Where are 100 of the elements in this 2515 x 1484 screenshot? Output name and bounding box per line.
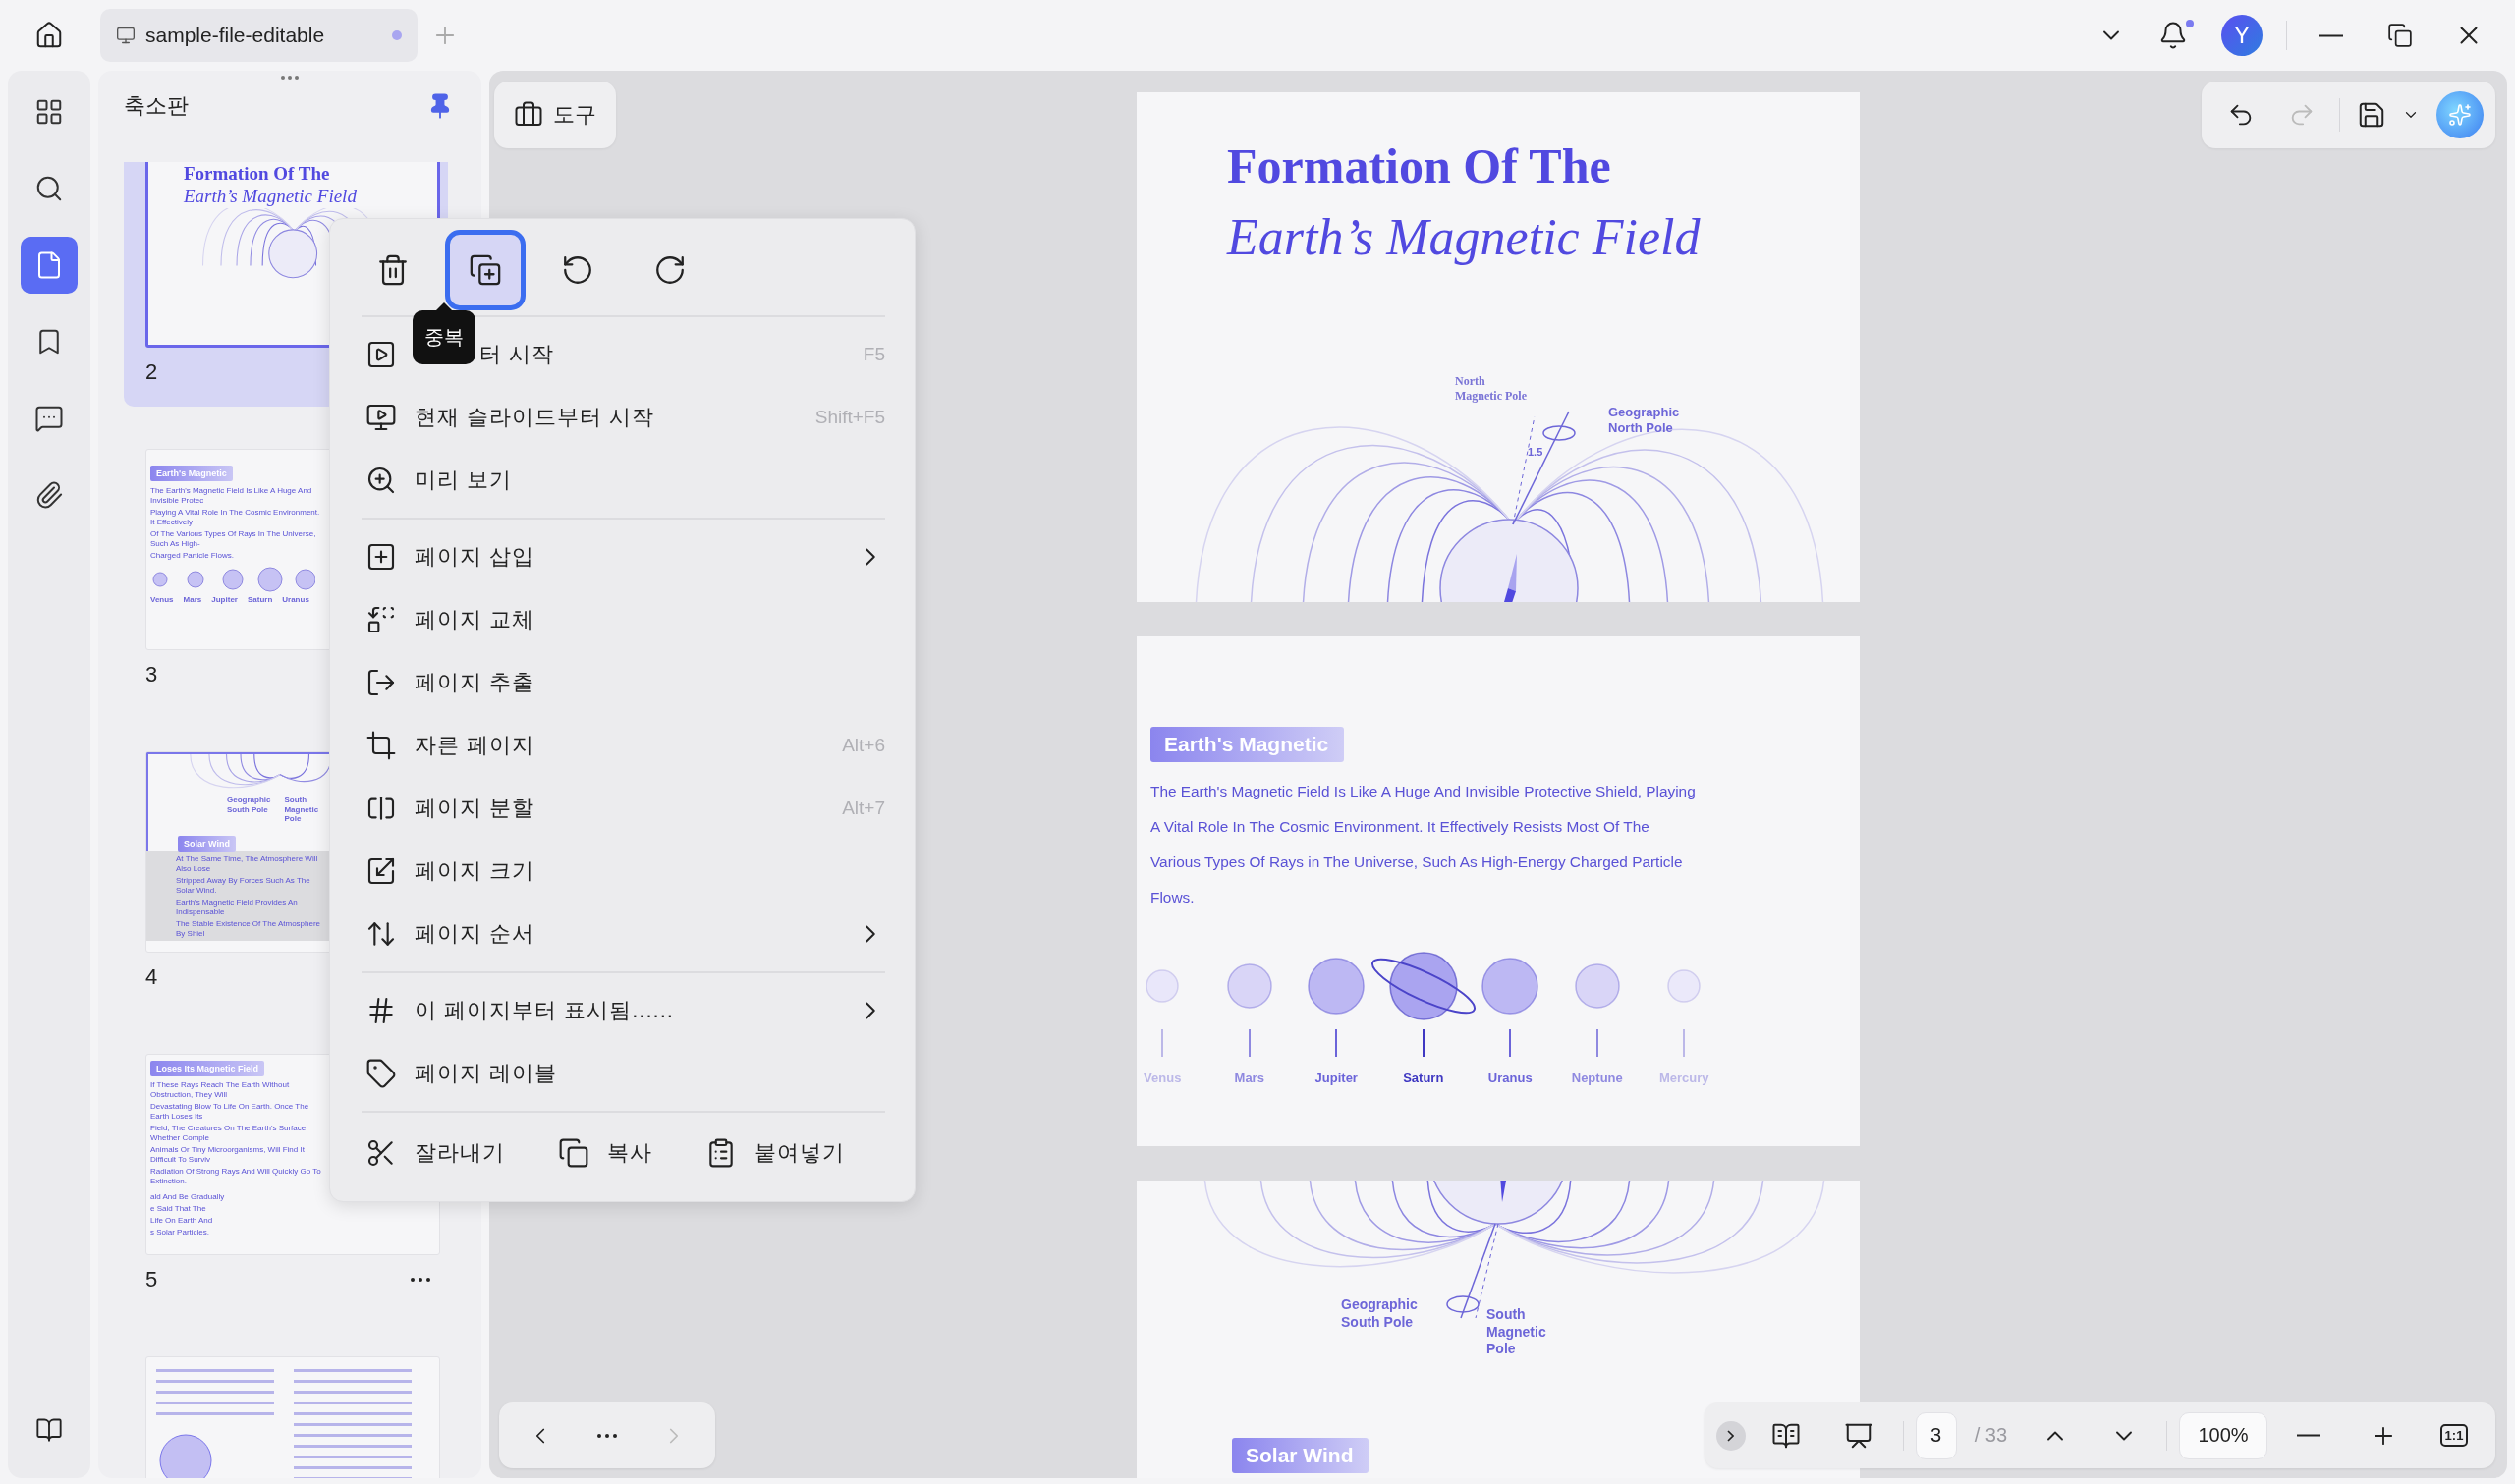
sparkle-icon — [2448, 103, 2472, 127]
bell-icon — [2158, 21, 2188, 50]
thumbnail-text: ald And Be Gradually — [150, 1192, 226, 1202]
diagram-label: North Magnetic Pole — [1455, 374, 1527, 404]
menu-item[interactable]: 페이지 삽입 — [415, 542, 838, 572]
export-icon — [365, 667, 397, 698]
shortcut-text: F5 — [863, 344, 885, 365]
thumbnail-text: s Solar Particles. — [150, 1228, 211, 1237]
menu-item[interactable]: 자른 페이지 — [415, 731, 825, 760]
page-number: 3 — [145, 662, 158, 687]
slide-subtitle: Earth’s Magnetic Field — [1227, 208, 1701, 266]
page-field[interactable]: 3 — [1915, 1411, 1957, 1459]
trash-icon — [376, 253, 410, 287]
diagram-label: Geographic North Pole — [1608, 405, 1680, 437]
thumbnail-heading: Loses Its Magnetic Field — [150, 1061, 265, 1076]
thumbnail-label: Saturn — [247, 595, 273, 605]
thumbnail-label: Jupiter — [211, 595, 238, 605]
slide-paragraph: The Earth's Magnetic Field Is Like A Huge And Invisible Protective Shield, Playing A Vital Role In The Cosmic Environment. It Effectively Resists Most Of The Various Types Of Rays in The Universe, Such As High-Energy Charged Particle Flows. — [1150, 782, 1697, 907]
menu-item[interactable]: 이 페이지부터 표시됨...... — [415, 996, 838, 1025]
tick-mark — [1335, 1029, 1338, 1057]
planet-label: Mercury — [1658, 1071, 1709, 1085]
thumbnail-text: Field, The Creatures On The Earth's Surface, Whether Comple — [150, 1124, 309, 1143]
thumbnail-subtitle: Earth’s Magnetic Field — [184, 185, 358, 208]
page-total: / 33 — [1974, 1424, 2007, 1447]
slide-heading: Solar Wind — [1232, 1438, 1369, 1473]
page-number: 2 — [145, 359, 158, 385]
planet-label: Saturn — [1403, 1071, 1444, 1085]
thumbnail-text: Stripped Away By Forces Such As The Solar Wind. — [176, 876, 311, 896]
paperclip-icon — [34, 480, 64, 510]
document-tab[interactable]: sample-file-editable — [100, 9, 418, 62]
planet-label: Jupiter — [1314, 1071, 1358, 1085]
actual-size-button[interactable]: 1:1 — [2425, 1407, 2484, 1463]
tick-mark — [1248, 1029, 1251, 1057]
planet-label: Mars — [1234, 1071, 1264, 1085]
thumbnail-label: Geographic South Pole — [227, 796, 271, 816]
clipboard-button[interactable]: 복사 — [558, 1137, 652, 1169]
panel-title: 축소판 — [124, 92, 189, 120]
slide-heading: Earth's Magnetic — [1150, 727, 1345, 762]
angle-label: 1.5 — [1528, 446, 1543, 460]
zoom-field[interactable]: 100% — [2179, 1411, 2267, 1459]
slideshow-icon — [365, 402, 397, 433]
clipboard-button[interactable]: 잘라내기 — [365, 1137, 505, 1169]
copy-icon — [558, 1137, 589, 1169]
menu-item[interactable]: 페이지 분할 — [415, 794, 825, 823]
ellipsis-icon — [411, 1278, 430, 1282]
menu-item[interactable]: 페이지 레이블 — [415, 1059, 885, 1088]
book-icon — [35, 1416, 63, 1444]
chevron-right-icon — [1727, 1429, 1735, 1442]
rotate-right-icon — [653, 253, 687, 287]
zoom-in-icon — [365, 465, 397, 496]
thumbnail-text: If These Rays Reach The Earth Without Obstruction, They Will — [150, 1080, 291, 1100]
thumbnail-text: At The Same Time, The Atmosphere Will Also Lose — [176, 854, 319, 874]
monitor-icon — [116, 26, 136, 45]
thumbnail-label: South Magnetic Pole — [284, 796, 319, 824]
menu-item[interactable]: 미리 보기 — [415, 466, 885, 495]
menu-item[interactable]: 페이지 추출 — [415, 668, 885, 697]
ai-assistant-button[interactable] — [2436, 91, 2484, 138]
tick-mark — [1595, 1029, 1598, 1057]
label-icon — [365, 1058, 397, 1089]
tooltip: 중복 — [413, 310, 475, 364]
thumbnail-text: The Earth's Magnetic Field Is Like A Huge And Invisible Protec — [150, 486, 313, 506]
user-avatar[interactable]: Y — [2221, 15, 2263, 56]
ellipsis-icon — [597, 1433, 617, 1438]
grid-icon — [34, 97, 64, 127]
search-icon — [34, 174, 64, 203]
shortcut-text: Shift+F5 — [814, 407, 885, 428]
clipboard-button[interactable]: 붙여넣기 — [705, 1137, 845, 1169]
menu-item[interactable]: 페이지 순서 — [415, 919, 838, 949]
page-number: 5 — [145, 1267, 158, 1292]
thumbnail-text: Radiation Of Strong Rays And Will Quickly Go To Extinction. — [150, 1167, 322, 1186]
play-icon — [365, 339, 397, 370]
minimize-icon — [2319, 33, 2343, 37]
thumbnail-text: Of The Various Types Of Rays In The Universe, Such As High- — [150, 529, 317, 549]
menu-item[interactable]: 터 시작 — [479, 340, 846, 369]
shortcut-text: Alt+7 — [842, 797, 885, 819]
thumbnail-label: Mars — [183, 595, 202, 605]
thumbnail-text: Devastating Blow To Life On Earth. Once The Earth Loses Its — [150, 1102, 310, 1122]
thumbnail-heading: Earth's Magnetic — [150, 466, 233, 481]
thumbnail-text: The Stable Existence Of The Atmosphere By Shiel — [176, 919, 322, 939]
tick-mark — [1683, 1029, 1686, 1057]
minus-icon — [2297, 1434, 2320, 1437]
thumbnail-label: Venus — [150, 595, 174, 605]
tick-mark — [1422, 1029, 1425, 1057]
tick-mark — [1161, 1029, 1164, 1057]
drag-handle-icon[interactable] — [280, 75, 300, 81]
diagram-label: Geographic South Pole — [1341, 1296, 1418, 1331]
menu-item[interactable]: 페이지 크기 — [415, 856, 885, 886]
expand-button[interactable] — [1715, 1420, 1746, 1451]
page-number: 4 — [145, 964, 158, 990]
thumbnail-text: Playing A Vital Role In The Cosmic Environment. It Effectively — [150, 508, 321, 527]
thumbnail-text: e Said That The — [150, 1204, 207, 1214]
planet-label: Venus — [1144, 1071, 1182, 1085]
diagram-label: South Magnetic Pole — [1486, 1306, 1546, 1358]
menu-item[interactable]: 페이지 교체 — [415, 605, 885, 634]
rotate-left-icon — [561, 253, 594, 287]
tooltip-arrow-icon — [436, 302, 452, 310]
thumbnail-text: Life On Earth And — [150, 1216, 214, 1226]
comment-icon — [34, 404, 64, 433]
crop-icon — [365, 730, 397, 761]
thumbnail-text: Charged Particle Flows. — [150, 551, 235, 561]
